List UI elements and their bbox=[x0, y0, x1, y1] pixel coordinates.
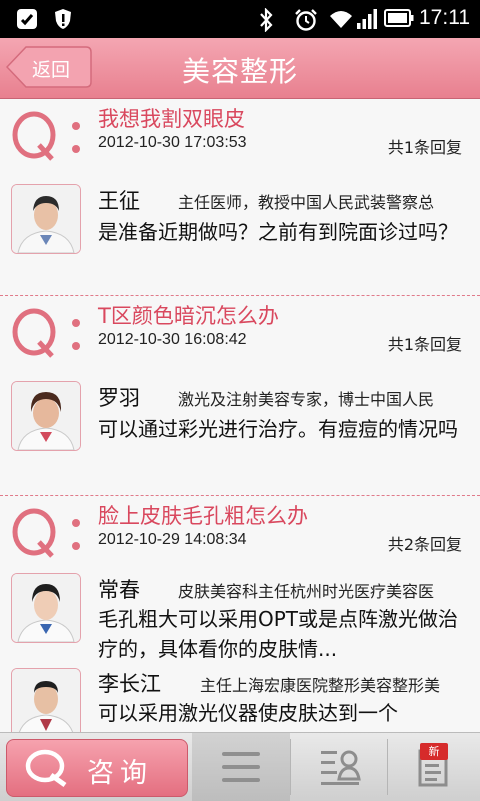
answer-text: 可以通过彩光进行治疗。有痘痘的情况吗 bbox=[98, 417, 458, 441]
doctor-title: 主任医师，教授中国人民武装警察总 bbox=[178, 193, 435, 212]
question-q-icon bbox=[12, 308, 80, 358]
answer-text: 毛孔粗大可以采用OPT或是点阵激光做治疗的，具体看你的皮肤情... bbox=[98, 607, 459, 661]
doctor-title: 皮肤美容科主任杭州时光医疗美容医 bbox=[178, 582, 435, 601]
shield-icon bbox=[55, 9, 71, 29]
doctor-name: 常春 bbox=[98, 578, 140, 602]
doctor-avatar bbox=[11, 668, 81, 732]
doctor-avatar bbox=[11, 573, 81, 643]
doctors-icon bbox=[321, 750, 361, 785]
question-date: 2012-10-30 17:03:53 bbox=[98, 134, 247, 151]
question-card[interactable]: 我想我割双眼皮 2012-10-30 17:03:53 共1条回复 王征 主任医… bbox=[0, 99, 480, 296]
question-date: 2012-10-30 16:08:42 bbox=[98, 331, 247, 348]
question-date: 2012-10-29 14:08:34 bbox=[98, 531, 247, 548]
answer-item[interactable]: 罗羽 激光及注射美容专家，博士中国人民 可以通过彩光进行治疗。有痘痘的情况吗 bbox=[0, 364, 480, 484]
question-row[interactable]: 脸上皮肤毛孔粗怎么办 2012-10-29 14:08:34 共2条回复 bbox=[0, 496, 480, 564]
header-bar: 返回 美容整形 bbox=[0, 38, 480, 99]
battery-icon bbox=[384, 9, 414, 27]
question-row[interactable]: 我想我割双眼皮 2012-10-30 17:03:53 共1条回复 bbox=[0, 99, 480, 167]
reply-count: 共2条回复 bbox=[387, 535, 462, 554]
sync-icon bbox=[17, 9, 37, 29]
answer-item[interactable]: 李长江 主任上海宏康医院整形美容整形美 可以采用激光仪器使皮肤达到一个 bbox=[0, 662, 480, 732]
answer-item[interactable]: 常春 皮肤美容科主任杭州时光医疗美容医 毛孔粗大可以采用OPT或是点阵激光做治疗… bbox=[0, 564, 480, 662]
clock: 17:11 bbox=[419, 6, 470, 29]
doctor-name: 罗羽 bbox=[98, 386, 140, 410]
answer-text: 可以采用激光仪器使皮肤达到一个 bbox=[98, 701, 398, 725]
bluetooth-icon bbox=[260, 8, 273, 32]
consult-button[interactable]: 咨询 bbox=[6, 739, 188, 797]
question-title[interactable]: T区颜色暗沉怎么办 bbox=[98, 300, 279, 330]
alarm-icon bbox=[295, 9, 317, 31]
doctor-avatar bbox=[11, 184, 81, 254]
tab-list[interactable] bbox=[192, 733, 290, 801]
wifi-icon bbox=[330, 11, 352, 28]
tab-news[interactable]: 新 bbox=[388, 733, 480, 801]
bottom-toolbar: 咨询 新 bbox=[0, 732, 480, 801]
doctor-avatar bbox=[11, 381, 81, 451]
doctor-name: 李长江 bbox=[98, 672, 161, 696]
question-title[interactable]: 我想我割双眼皮 bbox=[98, 103, 245, 133]
tab-doctors[interactable] bbox=[291, 733, 387, 801]
question-card[interactable]: T区颜色暗沉怎么办 2012-10-30 16:08:42 共1条回复 罗羽 激… bbox=[0, 296, 480, 496]
consult-label: 咨询 bbox=[87, 758, 153, 789]
question-card[interactable]: 脸上皮肤毛孔粗怎么办 2012-10-29 14:08:34 共2条回复 常春 … bbox=[0, 496, 480, 732]
menu-icon bbox=[222, 752, 260, 782]
reply-count: 共1条回复 bbox=[387, 335, 462, 354]
question-q-icon bbox=[12, 508, 80, 558]
doctor-title: 主任上海宏康医院整形美容整形美 bbox=[200, 676, 441, 695]
question-q-icon bbox=[12, 111, 80, 161]
reply-count: 共1条回复 bbox=[387, 138, 462, 157]
answer-text: 是准备近期做吗？之前有到院面诊过吗？ bbox=[98, 220, 458, 244]
consult-q-icon bbox=[25, 749, 67, 788]
status-bar: 17:11 bbox=[0, 0, 480, 38]
page-title: 美容整形 bbox=[181, 55, 298, 88]
question-title[interactable]: 脸上皮肤毛孔粗怎么办 bbox=[98, 500, 308, 530]
question-list[interactable]: 我想我割双眼皮 2012-10-30 17:03:53 共1条回复 王征 主任医… bbox=[0, 99, 480, 732]
new-badge: 新 bbox=[420, 743, 448, 760]
question-row[interactable]: T区颜色暗沉怎么办 2012-10-30 16:08:42 共1条回复 bbox=[0, 296, 480, 364]
answer-item[interactable]: 王征 主任医师，教授中国人民武装警察总 是准备近期做吗？之前有到院面诊过吗？ bbox=[0, 167, 480, 287]
doctor-name: 王征 bbox=[98, 189, 140, 213]
doctor-title: 激光及注射美容专家，博士中国人民 bbox=[178, 390, 435, 409]
signal-icon bbox=[357, 9, 377, 29]
